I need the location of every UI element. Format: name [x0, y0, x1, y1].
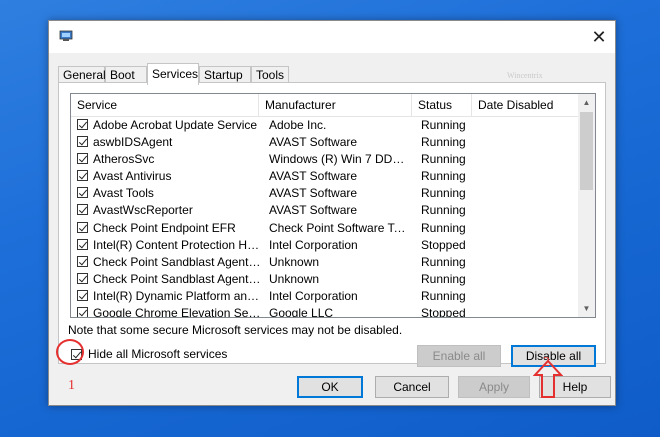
tab-general[interactable]: General — [58, 66, 106, 83]
service-status: Stopped — [421, 306, 466, 318]
service-status: Running — [421, 152, 466, 167]
service-manufacturer: AVAST Software — [269, 203, 358, 218]
close-button[interactable]: ✕ — [583, 21, 615, 53]
list-header: Service Manufacturer Status Date Disable… — [71, 94, 578, 117]
close-icon: ✕ — [591, 27, 607, 47]
table-row[interactable]: Check Point Endpoint EFR Check Point Soft… — [71, 220, 578, 237]
msconfig-app-icon — [59, 30, 73, 41]
enable-all-button[interactable]: Enable all — [417, 345, 501, 367]
service-status: Running — [421, 186, 466, 201]
column-header-service[interactable]: Service — [71, 94, 259, 116]
service-manufacturer: Unknown — [269, 254, 320, 269]
column-header-status[interactable]: Status — [412, 94, 472, 116]
service-status: Running — [421, 135, 466, 150]
service-manufacturer: Intel Corporation — [269, 237, 358, 252]
service-checkbox[interactable] — [77, 255, 88, 267]
secure-services-note: Note that some secure Microsoft services… — [68, 323, 403, 337]
service-checkbox[interactable] — [77, 238, 88, 250]
service-manufacturer: Adobe Inc. — [269, 118, 327, 132]
tab-tools[interactable]: Tools — [251, 66, 289, 83]
service-checkbox[interactable] — [77, 153, 88, 165]
vertical-scrollbar[interactable]: ▲ ▼ — [578, 94, 595, 317]
service-name: Adobe Acrobat Update Service — [93, 118, 258, 132]
service-name: Check Point Sandblast Agent Cip... — [93, 254, 263, 269]
service-name: Avast Antivirus — [93, 169, 172, 184]
service-status: Running — [421, 203, 466, 218]
service-name: AvastWscReporter — [93, 203, 193, 218]
services-list[interactable]: Service Manufacturer Status Date Disable… — [70, 93, 596, 318]
service-manufacturer: AVAST Software — [269, 186, 358, 201]
service-manufacturer: AVAST Software — [269, 169, 358, 184]
tab-services[interactable]: Services — [147, 63, 199, 85]
ok-button[interactable]: OK — [297, 376, 363, 398]
service-name: AtherosSvc — [93, 152, 155, 167]
service-manufacturer: Google LLC — [269, 306, 334, 318]
service-name: Check Point Endpoint EFR — [93, 220, 236, 235]
table-row[interactable]: AtherosSvc Windows (R) Win 7 DDK pr... Run… — [71, 151, 578, 168]
service-manufacturer: AVAST Software — [269, 135, 358, 150]
service-status: Stopped — [421, 237, 466, 252]
service-status: Running — [421, 271, 466, 286]
service-checkbox[interactable] — [77, 136, 88, 148]
service-name: Intel(R) Content Protection HEC... — [93, 237, 263, 252]
service-checkbox[interactable] — [77, 170, 88, 182]
service-checkbox[interactable] — [77, 187, 88, 199]
service-checkbox[interactable] — [77, 204, 88, 216]
service-manufacturer: Unknown — [269, 271, 320, 286]
table-row[interactable]: aswbIDSAgent AVAST Software Running — [71, 134, 578, 151]
table-row[interactable]: Check Point Sandblast Agent Cip... Unknow… — [71, 254, 578, 271]
table-row[interactable]: Adobe Acrobat Update Service Adobe Inc. Ru… — [71, 117, 578, 134]
service-checkbox[interactable] — [77, 221, 88, 233]
service-status: Running — [421, 118, 466, 132]
scroll-up-icon[interactable]: ▲ — [578, 94, 595, 111]
apply-button[interactable]: Apply — [458, 376, 530, 398]
service-checkbox[interactable] — [77, 307, 88, 317]
service-status: Running — [421, 254, 466, 269]
service-checkbox[interactable] — [77, 119, 88, 130]
list-rows: Adobe Acrobat Update Service Adobe Inc. Ru… — [71, 117, 578, 318]
table-row[interactable]: Google Chrome Elevation Service Google LL… — [71, 305, 578, 318]
watermark: Wincentrix — [507, 71, 543, 80]
table-row[interactable]: Avast Tools AVAST Software Running — [71, 185, 578, 202]
hide-microsoft-services-label: Hide all Microsoft services — [88, 347, 228, 361]
annotation-number-one: 1 — [68, 378, 75, 393]
table-row[interactable]: Intel(R) Dynamic Platform and T... Intel … — [71, 288, 578, 305]
annotation-circle — [56, 339, 84, 365]
service-checkbox[interactable] — [77, 272, 88, 284]
column-header-date-disabled[interactable]: Date Disabled — [472, 94, 578, 116]
table-row[interactable]: Avast Antivirus AVAST Software Running — [71, 168, 578, 185]
service-manufacturer: Intel Corporation — [269, 288, 358, 303]
service-checkbox[interactable] — [77, 289, 88, 301]
service-name: Avast Tools — [93, 186, 154, 201]
title-bar: ✕ — [49, 21, 615, 53]
tab-boot[interactable]: Boot — [105, 66, 147, 83]
annotation-up-arrow-icon — [533, 360, 563, 398]
cancel-button[interactable]: Cancel — [375, 376, 449, 398]
system-configuration-window: ✕ General Boot Services Startup Tools Wi… — [48, 20, 616, 406]
service-status: Running — [421, 288, 466, 303]
service-name: Google Chrome Elevation Service — [93, 306, 263, 318]
table-row[interactable]: AvastWscReporter AVAST Software Running — [71, 202, 578, 219]
service-name: aswbIDSAgent — [93, 135, 173, 150]
service-manufacturer: Check Point Software Tec... — [269, 220, 409, 235]
table-row[interactable]: Intel(R) Content Protection HEC... Intel … — [71, 237, 578, 254]
service-name: Check Point Sandblast Agent Up... — [93, 271, 263, 286]
services-panel: Service Manufacturer Status Date Disable… — [58, 82, 606, 367]
tab-startup[interactable]: Startup — [199, 66, 251, 83]
service-name: Intel(R) Dynamic Platform and T... — [93, 288, 263, 303]
scroll-thumb[interactable] — [580, 112, 593, 190]
column-header-manufacturer[interactable]: Manufacturer — [259, 94, 412, 116]
service-status: Running — [421, 220, 466, 235]
scroll-down-icon[interactable]: ▼ — [578, 300, 595, 317]
table-row[interactable]: Check Point Sandblast Agent Up... Unknown… — [71, 271, 578, 288]
service-manufacturer: Windows (R) Win 7 DDK pr... — [269, 152, 409, 167]
service-status: Running — [421, 169, 466, 184]
